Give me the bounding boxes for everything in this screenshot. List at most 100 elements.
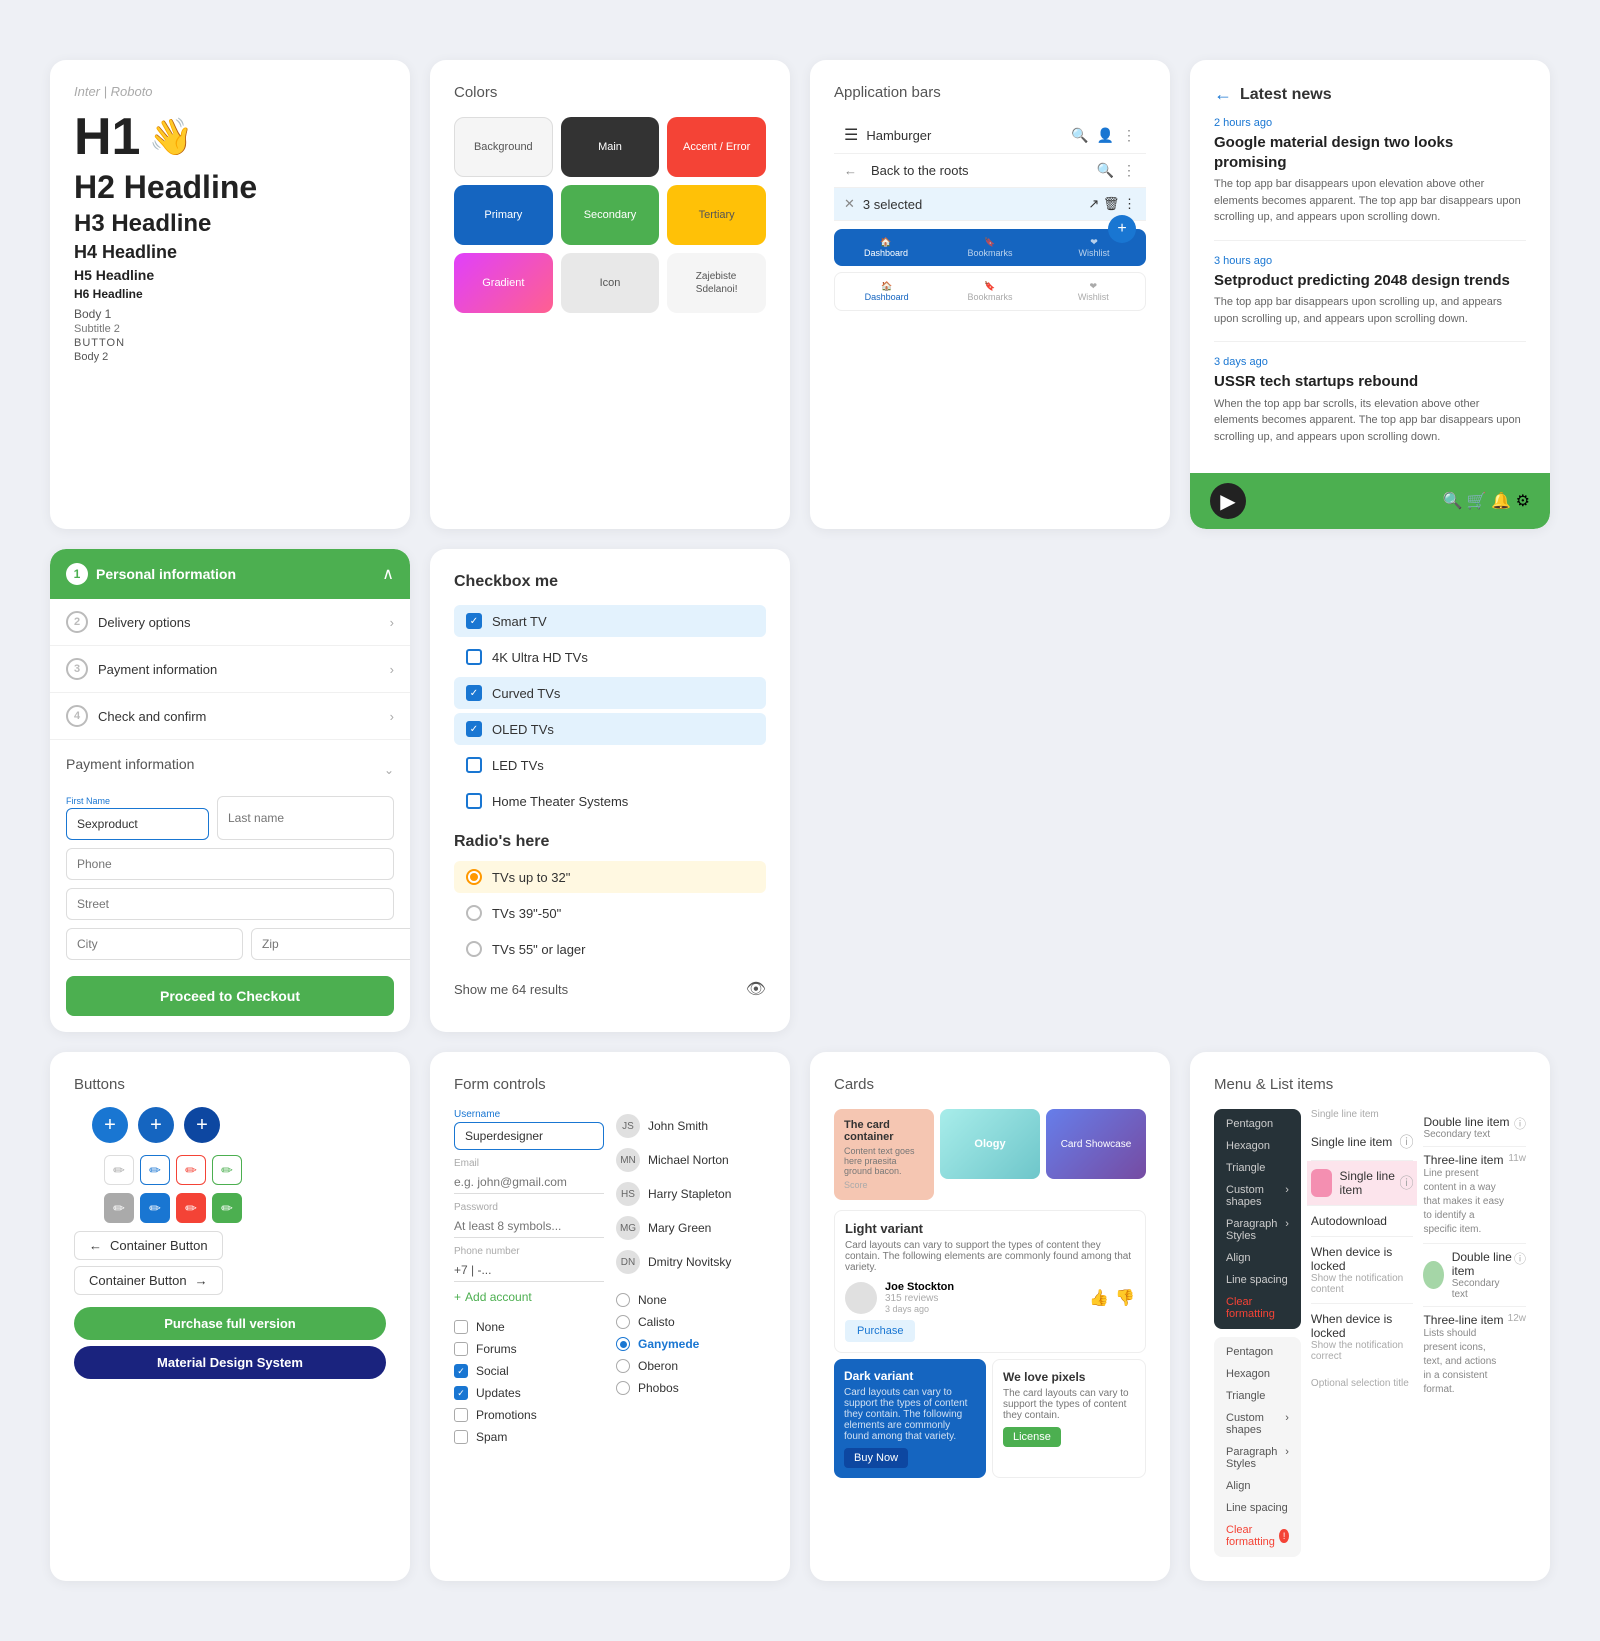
payment-dropdown-icon[interactable]: ⌄ [384, 763, 394, 777]
checkbox-4k[interactable]: 4K Ultra HD TVs [454, 641, 766, 673]
eye-icon[interactable]: 👁 [746, 979, 766, 999]
fab-btn[interactable]: + [1108, 215, 1136, 243]
street-input[interactable] [66, 888, 394, 920]
step-delivery[interactable]: 2 Delivery options › [50, 599, 410, 646]
cb-updates[interactable]: ✓Updates [454, 1382, 604, 1404]
phone-input[interactable] [66, 848, 394, 880]
more-icon2[interactable]: ⋮ [1122, 162, 1136, 179]
info-icon-dl-3[interactable]: ⓘ [1514, 1250, 1526, 1267]
checkout-button[interactable]: Proceed to Checkout [66, 976, 394, 1016]
account-icon[interactable]: 👤 [1097, 127, 1114, 144]
mi2-paragraph[interactable]: Paragraph Styles › [1214, 1441, 1301, 1475]
search-icon3[interactable]: 🔍 [1443, 493, 1463, 510]
play-button[interactable]: ▶ [1210, 483, 1246, 519]
dark-buy-btn[interactable]: Buy Now [844, 1448, 908, 1468]
edit-filled-3[interactable]: ✏ [176, 1193, 206, 1223]
fab-blue-1[interactable]: + [92, 1107, 128, 1143]
info-icon-dl-1[interactable]: ⓘ [1514, 1115, 1526, 1132]
rb-phobos[interactable]: Phobos [616, 1377, 766, 1399]
radio-32[interactable]: TVs up to 32" [454, 861, 766, 893]
username-input[interactable] [454, 1122, 604, 1150]
email-input[interactable] [454, 1171, 604, 1194]
cb-promotions[interactable]: Promotions [454, 1404, 604, 1426]
mi2-linespace[interactable]: Line spacing [1214, 1497, 1301, 1519]
rb-calisto[interactable]: Calisto [616, 1311, 766, 1333]
rb-ganymede[interactable]: Ganymede [616, 1333, 766, 1355]
cb-none[interactable]: None [454, 1316, 604, 1338]
nav-bookmarks[interactable]: 🔖Bookmarks [938, 229, 1042, 266]
mi-custom[interactable]: Custom shapes › [1214, 1179, 1301, 1213]
more-icon[interactable]: ⋮ [1122, 127, 1136, 144]
nav2-bookmarks[interactable]: 🔖Bookmarks [938, 273, 1041, 310]
more-icon3[interactable]: ⋮ [1123, 196, 1136, 211]
add-account-btn[interactable]: + Add account [454, 1290, 604, 1304]
zip-input[interactable] [251, 928, 410, 960]
fab-blue-2[interactable]: + [138, 1107, 174, 1143]
nav2-dashboard[interactable]: 🏠Dashboard [835, 273, 938, 310]
purchase-btn[interactable]: Purchase full version [74, 1307, 386, 1340]
container-btn-right[interactable]: Container Button → [74, 1266, 223, 1295]
edit-icon-btn-2[interactable]: ✏ [140, 1155, 170, 1185]
delete-icon[interactable]: 🗑 [1103, 196, 1120, 211]
mi-triangle[interactable]: Triangle [1214, 1157, 1301, 1179]
first-name-input[interactable] [66, 808, 209, 840]
purchase-btn-card[interactable]: Purchase [845, 1320, 915, 1342]
step-payment[interactable]: 3 Payment information › [50, 646, 410, 693]
search-icon[interactable]: 🔍 [1071, 127, 1088, 144]
pixel-license-btn[interactable]: License [1003, 1427, 1061, 1447]
mi2-custom[interactable]: Custom shapes › [1214, 1407, 1301, 1441]
edit-icon-btn-4[interactable]: ✏ [212, 1155, 242, 1185]
last-name-input[interactable] [217, 796, 394, 840]
city-input[interactable] [66, 928, 243, 960]
info-icon-1[interactable]: ⓘ [1399, 1132, 1413, 1152]
radio-55plus[interactable]: TVs 55" or lager [454, 933, 766, 965]
news-back-icon[interactable]: ← [1214, 84, 1232, 105]
rb-oberon[interactable]: Oberon [616, 1355, 766, 1377]
step-confirm[interactable]: 4 Check and confirm › [50, 693, 410, 740]
fab-blue-3[interactable]: + [184, 1107, 220, 1143]
thumb-up-icon[interactable]: 👍 [1089, 1288, 1109, 1308]
edit-filled-4[interactable]: ✏ [212, 1193, 242, 1223]
mi-hexagon[interactable]: Hexagon [1214, 1135, 1301, 1157]
radio-39-50[interactable]: TVs 39"-50" [454, 897, 766, 929]
edit-filled-2[interactable]: ✏ [140, 1193, 170, 1223]
edit-icon-btn-1[interactable]: ✏ [104, 1155, 134, 1185]
edit-icon-btn-3[interactable]: ✏ [176, 1155, 206, 1185]
nav2-wishlist[interactable]: ❤Wishlist [1042, 273, 1145, 310]
share-icon[interactable]: ↗ [1088, 196, 1099, 211]
mi2-hexagon[interactable]: Hexagon [1214, 1363, 1301, 1385]
nav-dashboard[interactable]: 🏠Dashboard [834, 229, 938, 266]
password-input[interactable] [454, 1215, 604, 1238]
container-btn-left[interactable]: ← Container Button [74, 1231, 223, 1260]
collapse-icon[interactable]: ∧ [382, 564, 394, 584]
search-icon2[interactable]: 🔍 [1097, 162, 1114, 179]
cb-forums[interactable]: Forums [454, 1338, 604, 1360]
checkbox-oled[interactable]: ✓ OLED TVs [454, 713, 766, 745]
thumb-down-icon[interactable]: 👎 [1115, 1288, 1135, 1308]
bell-icon[interactable]: 🔔 [1491, 493, 1511, 510]
mi-paragraph[interactable]: Paragraph Styles › [1214, 1213, 1301, 1247]
info-icon-2[interactable]: ⓘ [1399, 1173, 1413, 1193]
settings-icon[interactable]: ⚙ [1516, 493, 1530, 510]
mi-linespace[interactable]: Line spacing [1214, 1269, 1301, 1291]
close-icon[interactable]: ✕ [844, 196, 855, 212]
checkbox-home-theater[interactable]: Home Theater Systems [454, 785, 766, 817]
mi2-pentagon[interactable]: Pentagon [1214, 1341, 1301, 1363]
cb-spam[interactable]: Spam [454, 1426, 604, 1448]
cart-icon[interactable]: 🛒 [1467, 493, 1487, 510]
mi-align[interactable]: Align [1214, 1247, 1301, 1269]
phone-input-form[interactable] [454, 1259, 604, 1282]
edit-filled-1[interactable]: ✏ [104, 1193, 134, 1223]
cb-social[interactable]: ✓Social [454, 1360, 604, 1382]
rb-none[interactable]: None [616, 1289, 766, 1311]
mi-clear[interactable]: Clear formatting [1214, 1291, 1301, 1325]
mi2-align[interactable]: Align [1214, 1475, 1301, 1497]
back-icon[interactable]: ← [844, 163, 857, 178]
mi2-clear[interactable]: Clear formatting ! [1214, 1519, 1301, 1553]
mi-pentagon[interactable]: Pentagon [1214, 1113, 1301, 1135]
material-btn[interactable]: Material Design System [74, 1346, 386, 1379]
checkbox-led[interactable]: LED TVs [454, 749, 766, 781]
checkbox-smart-tv[interactable]: ✓ Smart TV [454, 605, 766, 637]
checkbox-curved[interactable]: ✓ Curved TVs [454, 677, 766, 709]
mi2-triangle[interactable]: Triangle [1214, 1385, 1301, 1407]
